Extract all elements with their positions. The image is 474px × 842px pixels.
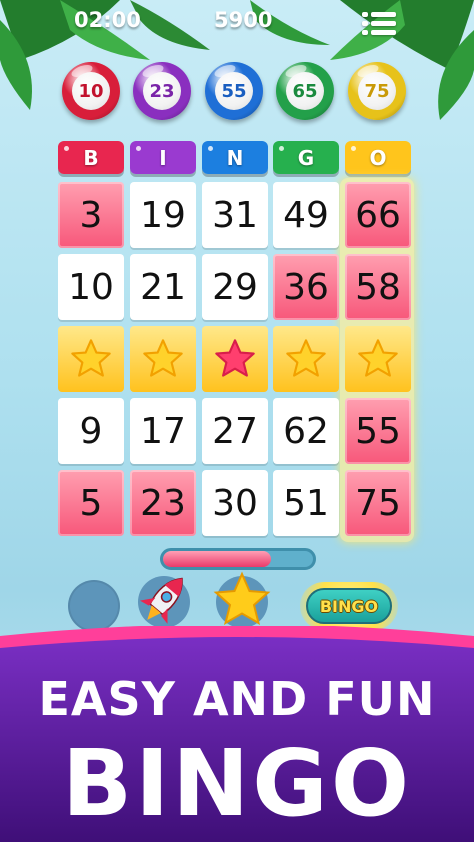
called-ball: 65: [276, 62, 334, 120]
number-cell[interactable]: 9: [58, 398, 124, 464]
ball-number: 65: [286, 72, 324, 110]
cell-number: 27: [212, 410, 258, 452]
daubed-number-cell[interactable]: 5: [58, 470, 124, 536]
number-cell[interactable]: 49: [273, 182, 339, 248]
cell-number: 58: [355, 266, 401, 308]
rocket-powerup-button[interactable]: [138, 576, 190, 628]
progress-fill: [163, 551, 271, 567]
cell-number: 31: [212, 194, 258, 236]
cell-number: 17: [140, 410, 186, 452]
cell-number: 49: [283, 194, 329, 236]
called-ball: 75: [348, 62, 406, 120]
cell-number: 51: [283, 482, 329, 524]
number-cell[interactable]: 29: [202, 254, 268, 320]
free-space-cell[interactable]: [202, 326, 268, 392]
daubed-number-cell[interactable]: 75: [345, 470, 411, 536]
number-cell[interactable]: 30: [202, 470, 268, 536]
bingo-button-label: BINGO: [319, 596, 379, 616]
star-cell[interactable]: [345, 326, 411, 392]
cell-number: 36: [283, 266, 329, 308]
number-cell[interactable]: 21: [130, 254, 196, 320]
progress-bar: [160, 548, 316, 570]
star-icon: [286, 339, 326, 377]
number-cell[interactable]: 51: [273, 470, 339, 536]
called-ball: 55: [205, 62, 263, 120]
star-icon: [215, 339, 255, 377]
bingo-button[interactable]: BINGO: [300, 582, 398, 630]
column-header-o: O: [345, 141, 411, 174]
number-cell[interactable]: 19: [130, 182, 196, 248]
cell-number: 62: [283, 410, 329, 452]
star-icon: [71, 339, 111, 377]
ball-number: 75: [358, 72, 396, 110]
rocket-icon: [139, 577, 183, 624]
ball-number: 23: [143, 72, 181, 110]
column-header-i: I: [130, 141, 196, 174]
cell-number: 19: [140, 194, 186, 236]
daubed-number-cell[interactable]: 23: [130, 470, 196, 536]
cell-number: 5: [79, 482, 103, 524]
banner-title: BINGO: [61, 730, 413, 837]
daubed-number-cell[interactable]: 3: [58, 182, 124, 248]
daubed-number-cell[interactable]: 36: [273, 254, 339, 320]
star-cell[interactable]: [130, 326, 196, 392]
daubed-number-cell[interactable]: 55: [345, 398, 411, 464]
empty-slot-icon[interactable]: [68, 580, 120, 632]
banner-headline: EASY AND FUN: [38, 672, 436, 726]
star-icon: [358, 339, 398, 377]
daubed-number-cell[interactable]: 66: [345, 182, 411, 248]
timer-text: 02:00: [74, 8, 141, 32]
star-powerup-button[interactable]: [213, 571, 271, 628]
cell-number: 29: [212, 266, 258, 308]
cell-number: 23: [140, 482, 186, 524]
top-hud: 02:00 5900: [0, 0, 474, 44]
daubed-number-cell[interactable]: 58: [345, 254, 411, 320]
star-icon: [143, 339, 183, 377]
cell-number: 3: [79, 194, 103, 236]
star-cell[interactable]: [273, 326, 339, 392]
cell-number: 21: [140, 266, 186, 308]
column-header-n: N: [202, 141, 268, 174]
cell-number: 55: [355, 410, 401, 452]
ball-number: 55: [215, 72, 253, 110]
number-cell[interactable]: 17: [130, 398, 196, 464]
star-icon: [213, 571, 271, 626]
called-ball: 10: [62, 62, 120, 120]
star-cell[interactable]: [58, 326, 124, 392]
cell-number: 9: [79, 410, 103, 452]
number-cell[interactable]: 10: [58, 254, 124, 320]
number-cell[interactable]: 62: [273, 398, 339, 464]
number-cell[interactable]: 31: [202, 182, 268, 248]
cell-number: 75: [355, 482, 401, 524]
number-cell[interactable]: 27: [202, 398, 268, 464]
column-header-b: B: [58, 141, 124, 174]
cell-number: 66: [355, 194, 401, 236]
score-text: 5900: [214, 8, 273, 32]
cell-number: 30: [212, 482, 258, 524]
column-header-g: G: [273, 141, 339, 174]
menu-list-icon[interactable]: [362, 12, 396, 36]
cell-number: 10: [68, 266, 114, 308]
called-ball: 23: [133, 62, 191, 120]
ball-number: 10: [72, 72, 110, 110]
